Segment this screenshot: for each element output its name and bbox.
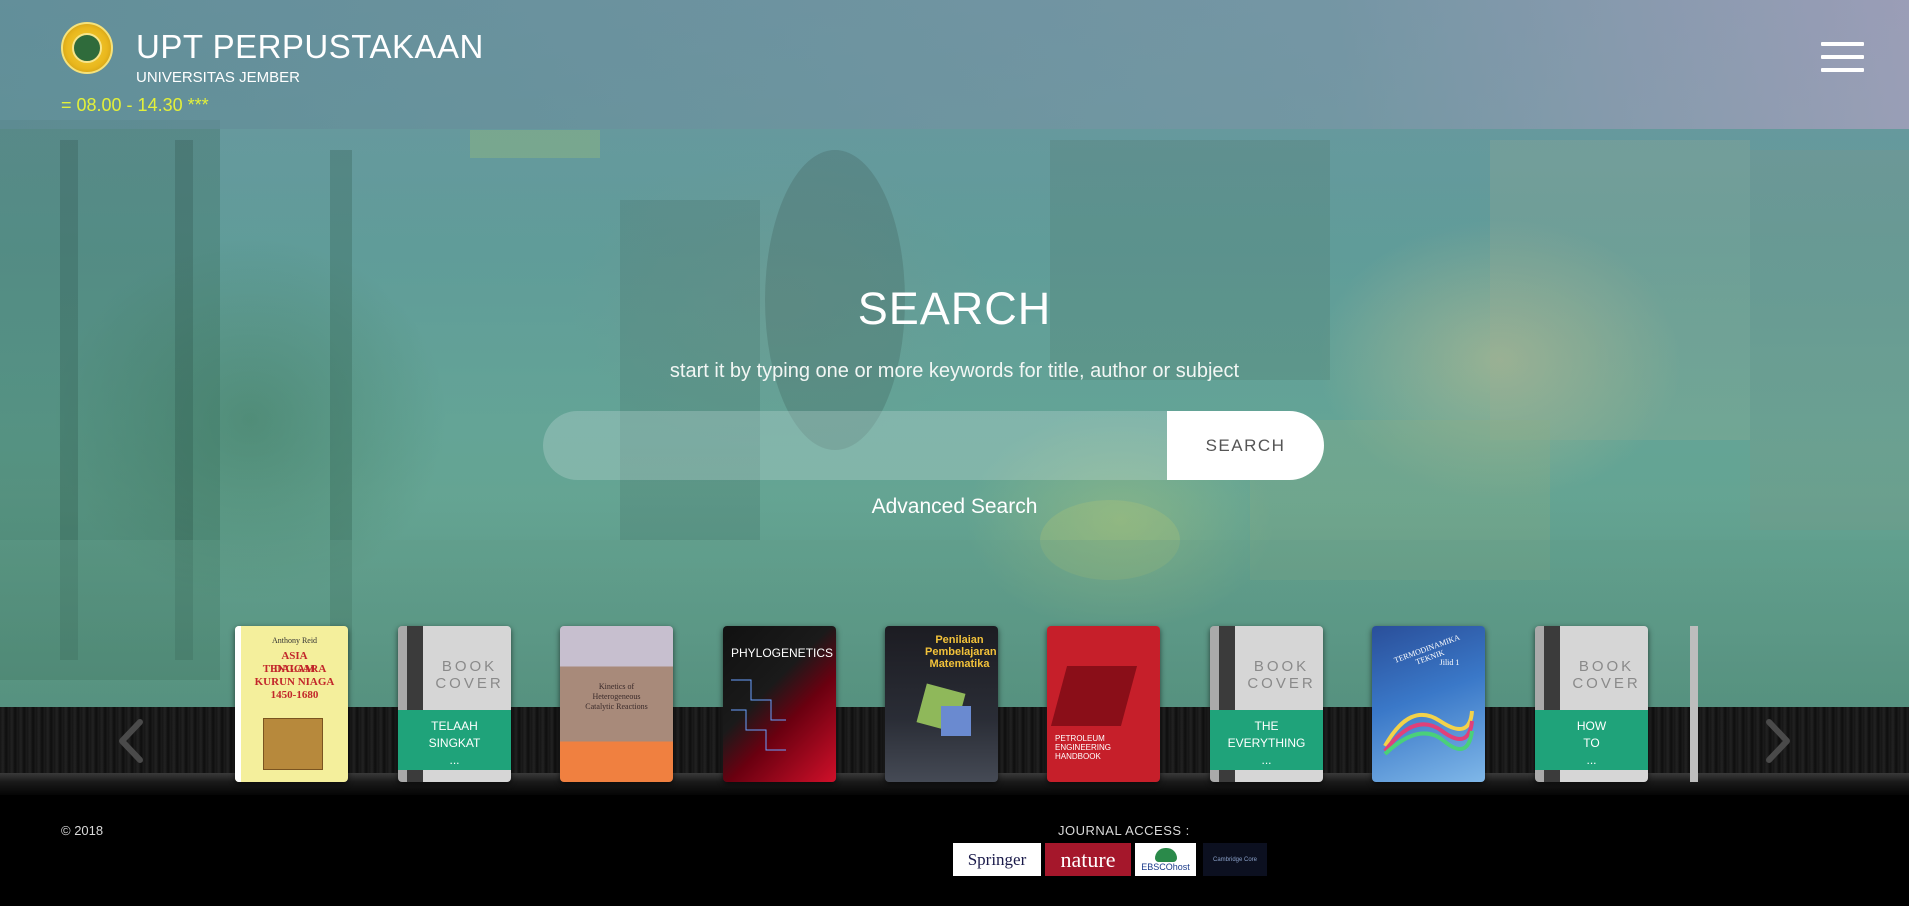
book-title-line: Kinetics of (598, 682, 635, 691)
book-title-line: TERMODINAMIKA TEKNIK (1392, 632, 1462, 667)
hamburger-menu-icon[interactable] (1821, 42, 1864, 74)
book-title-line: Penilaian (935, 634, 984, 646)
book-item[interactable]: Anthony Reid ASIA TENGGARA DALAM KURUN N… (235, 626, 348, 782)
book-item[interactable]: PHYLOGENETICS (723, 626, 836, 782)
book-title-line: TELAAH (431, 719, 478, 733)
book-illustration (263, 718, 323, 770)
book-title-band: HOW TO ... (1535, 710, 1648, 770)
book-cover-placeholder: BOOK COVER (1247, 658, 1316, 692)
book-item[interactable]: TERMODINAMIKA TEKNIK Jilid 1 (1372, 626, 1485, 782)
book-title-line: KURUN NIAGA (254, 676, 335, 688)
journal-access-label: JOURNAL ACCESS : (1058, 823, 1190, 838)
book-title-line: Catalytic Reactions (585, 702, 648, 711)
book-item[interactable]: BOOK COVER HOW TO ... (1535, 626, 1648, 782)
copyright: © 2018 (61, 823, 104, 838)
book-cover: Kinetics of Heterogeneous Catalytic Reac… (560, 626, 673, 782)
book-carousel: Anthony Reid ASIA TENGGARA DALAM KURUN N… (0, 626, 1909, 783)
journal-link-cambridge[interactable]: Cambridge Core (1203, 843, 1267, 876)
book-title-line: PETROLEUM (1055, 734, 1105, 743)
book-cover-placeholder: BOOK COVER (435, 658, 504, 692)
book-title-line: 1450-1680 (270, 689, 319, 701)
university-seal-logo[interactable] (61, 22, 113, 74)
book-cover: Anthony Reid ASIA TENGGARA DALAM KURUN N… (235, 626, 348, 782)
site-subtitle: UNIVERSITAS JEMBER (136, 69, 300, 86)
springer-logo: Springer (967, 849, 1027, 869)
seal-emblem (72, 33, 102, 63)
menu-bar (1821, 42, 1864, 46)
book-cover: TERMODINAMIKA TEKNIK Jilid 1 (1372, 626, 1485, 782)
journal-link-ebsco[interactable]: EBSCOhost (1135, 843, 1196, 876)
book-title-line: ... (449, 753, 460, 767)
ebsco-logo: EBSCOhost (1141, 861, 1190, 872)
journal-link-springer[interactable]: Springer (953, 843, 1041, 876)
book-title-line: Jilid 1 (1439, 658, 1460, 667)
book-title-line: ... (1261, 753, 1272, 767)
book-illustration (941, 706, 971, 736)
footer: © 2018 JOURNAL ACCESS : Springer nature … (0, 795, 1909, 906)
book-title-line: EVERYTHING (1227, 736, 1306, 750)
book-cover: PHYLOGENETICS (723, 626, 836, 782)
search-heading: SEARCH (857, 283, 1052, 334)
book-cover: Penilaian Pembelajaran Matematika (885, 626, 998, 782)
search-hint: start it by typing one or more keywords … (669, 360, 1240, 382)
book-title-line: Matematika (929, 658, 990, 670)
book-title-line: ENGINEERING (1055, 743, 1112, 752)
book-author: Anthony Reid (271, 636, 318, 645)
book-title-line: THE (1254, 719, 1279, 733)
book-illustration (731, 679, 786, 751)
search-input[interactable] (543, 411, 1173, 480)
book-title-line: SINGKAT (428, 736, 481, 750)
book-item[interactable]: Kinetics of Heterogeneous Catalytic Reac… (560, 626, 673, 782)
search-button[interactable]: SEARCH (1167, 411, 1324, 480)
book-illustration (1050, 666, 1138, 726)
top-header: UPT PERPUSTAKAAN UNIVERSITAS JEMBER = 08… (0, 0, 1909, 129)
cambridge-logo: Cambridge Core (1212, 856, 1258, 863)
nature-logo: nature (1060, 846, 1116, 872)
book-item[interactable]: BOOK COVER TELAAH SINGKAT ... (398, 626, 511, 782)
book-cover: PETROLEUM ENGINEERING HANDBOOK (1047, 626, 1160, 782)
advanced-search-link[interactable]: Advanced Search (0, 495, 1909, 519)
book-title-line: Pembelajaran (925, 646, 997, 658)
book-title-line: HANDBOOK (1055, 752, 1101, 761)
book-title-band: THE EVERYTHING ... (1210, 710, 1323, 770)
book-cover-placeholder: BOOK COVER (1572, 658, 1641, 692)
journal-link-nature[interactable]: nature (1045, 843, 1131, 876)
book-title-line: ... (1586, 753, 1597, 767)
book-title-line: Heterogeneous (592, 692, 641, 701)
book-title-line: DALAM (273, 663, 316, 675)
opening-hours: = 08.00 - 14.30 *** (61, 95, 209, 115)
book-item[interactable]: Penilaian Pembelajaran Matematika (885, 626, 998, 782)
site-title[interactable]: UPT PERPUSTAKAAN (136, 28, 484, 66)
book-item-partial (1690, 626, 1698, 782)
book-illustration (1383, 710, 1474, 756)
book-title-line: PHYLOGENETICS (731, 646, 834, 660)
book-item[interactable]: PETROLEUM ENGINEERING HANDBOOK (1047, 626, 1160, 782)
book-item[interactable]: BOOK COVER THE EVERYTHING ... (1210, 626, 1323, 782)
book-title-line: HOW (1576, 719, 1607, 733)
menu-bar (1821, 55, 1864, 59)
ebsco-globe-icon (1154, 847, 1177, 862)
menu-bar (1821, 68, 1864, 72)
book-title-band: TELAAH SINGKAT ... (398, 710, 511, 770)
book-title-line: TO (1583, 736, 1600, 750)
